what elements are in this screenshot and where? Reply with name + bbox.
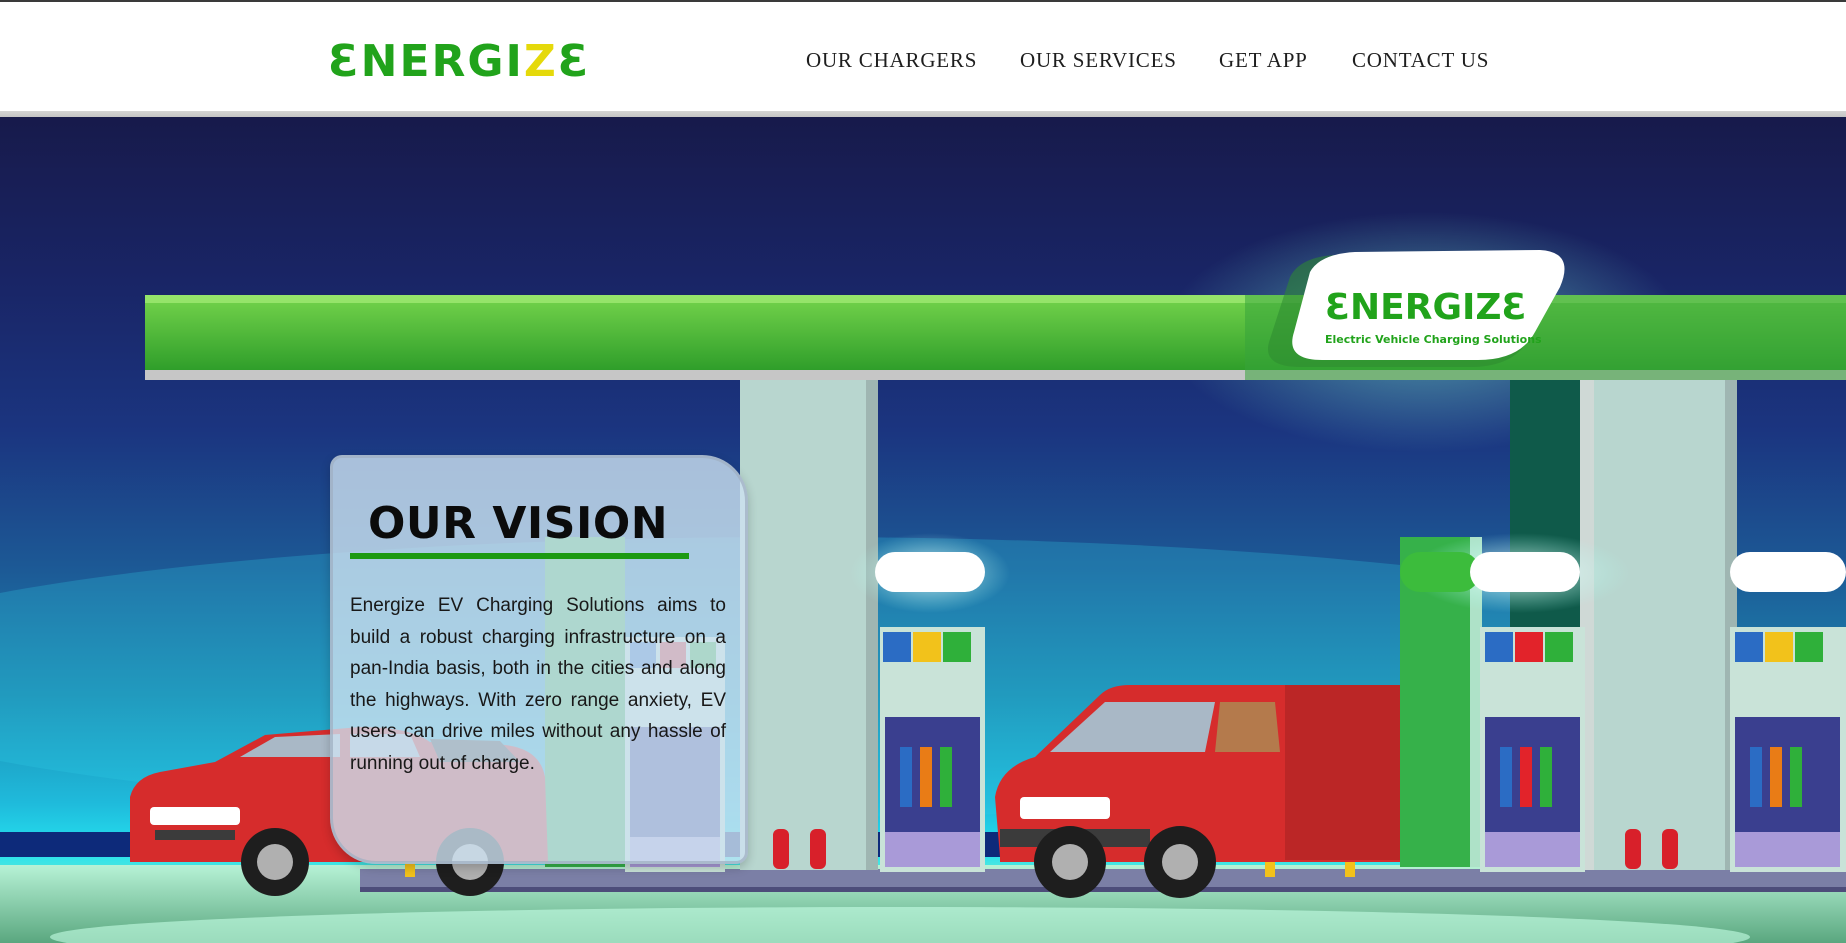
vision-card: OUR VISION Energize EV Charging Solution…	[330, 455, 748, 864]
vision-text: Energize EV Charging Solutions aims to b…	[350, 595, 726, 774]
charging-station-illustration: ƐNERGIZƐ Electric Vehicle Charging Solut…	[0, 212, 1846, 943]
lightning-bolt-icon: Z	[523, 36, 558, 87]
site-header: ƐNERGIZƐ OUR CHARGERS OUR SERVICES GET A…	[0, 2, 1846, 111]
nav-contact-us[interactable]: CONTACT US	[1352, 48, 1489, 72]
nav-our-services[interactable]: OUR SERVICES	[1020, 48, 1177, 72]
station-logo: ƐNERGIZƐ	[1325, 287, 1527, 328]
nav-our-chargers[interactable]: OUR CHARGERS	[806, 48, 977, 72]
hero-banner: ƐNERGIZƐ Electric Vehicle Charging Solut…	[0, 117, 1846, 943]
station-tagline: Electric Vehicle Charging Solutions	[1325, 333, 1542, 346]
vision-title-underline	[350, 553, 689, 559]
nav-get-app[interactable]: GET APP	[1219, 48, 1308, 72]
vision-title: OUR VISION	[368, 498, 669, 549]
energize-logo[interactable]: ƐNERGIZƐ	[328, 32, 590, 92]
